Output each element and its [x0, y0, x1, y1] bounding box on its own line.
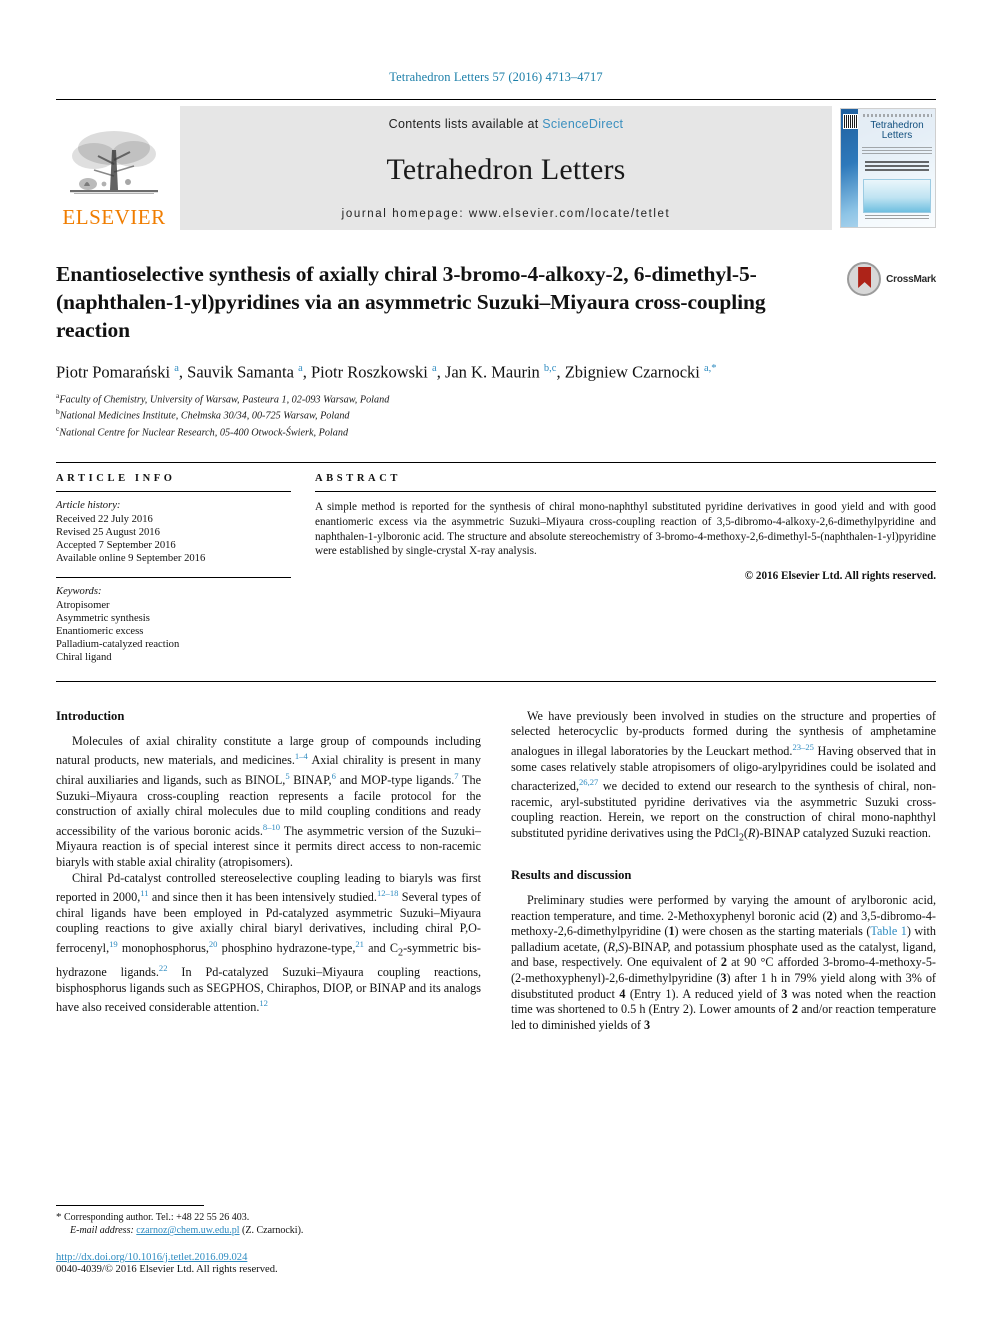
- affiliation-text: Faculty of Chemistry, University of Wars…: [59, 393, 390, 405]
- corresponding-author-note: * Corresponding author. Tel.: +48 22 55 …: [56, 1211, 476, 1224]
- history-item: Revised 25 August 2016: [56, 526, 160, 538]
- copyright-line: © 2016 Elsevier Ltd. All rights reserved…: [744, 569, 936, 582]
- cover-qr-icon: [843, 114, 858, 129]
- crossmark-badge[interactable]: CrossMark: [847, 262, 936, 296]
- corresponding-author-star: *: [56, 1211, 62, 1223]
- author-list: Piotr Pomarański a, Sauvik Samanta a, Pi…: [56, 362, 717, 382]
- abstract-heading: ABSTRACT: [315, 473, 401, 485]
- crossmark-icon: [847, 262, 882, 296]
- abstract-rule: [315, 491, 936, 493]
- contents-prefix-text: Contents lists available at: [388, 117, 543, 131]
- cover-title-text: Tetrahedron Letters: [861, 121, 933, 141]
- sciencedirect-link[interactable]: ScienceDirect: [542, 117, 623, 131]
- cover-highlight-block: [865, 161, 929, 173]
- journal-masthead: ELSEVIER Contents lists available at Sci…: [56, 99, 936, 230]
- affiliation-text: National Medicines Institute, Chełmska 3…: [59, 410, 350, 422]
- email-link[interactable]: czarnoz@chem.uw.edu.pl: [136, 1225, 239, 1236]
- history-item: Received 22 July 2016: [56, 513, 153, 525]
- body-column-right: We have previously been involved in stud…: [511, 709, 936, 1034]
- body-columns: Introduction Molecules of axial chiralit…: [56, 709, 936, 1034]
- contents-available-line: Contents lists available at ScienceDirec…: [389, 117, 624, 131]
- keyword-item: Enantiomeric excess: [56, 626, 144, 638]
- issn-copyright-line: 0040-4039/© 2016 Elsevier Ltd. All right…: [56, 1264, 278, 1275]
- article-info-column: ARTICLE INFO Article history: Received 2…: [56, 473, 315, 664]
- journal-homepage-line: journal homepage: www.elsevier.com/locat…: [341, 208, 671, 220]
- elsevier-logo: ELSEVIER: [56, 106, 172, 230]
- email-suffix: (Z. Czarnocki).: [242, 1225, 304, 1236]
- keywords-heading: Keywords:: [56, 586, 102, 598]
- cover-image-panel: [863, 179, 931, 213]
- affiliation-item: bNational Medicines Institute, Chełmska …: [56, 406, 936, 423]
- elsevier-wordmark: ELSEVIER: [62, 205, 166, 229]
- keyword-list: Keywords: Atropisomer Asymmetric synthes…: [56, 585, 291, 664]
- journal-article-page: Tetrahedron Letters 57 (2016) 4713–4717: [0, 0, 992, 1323]
- title-main: Enantioselective synthesis of axially ch…: [56, 260, 847, 344]
- abstract-column: ABSTRACT A simple method is reported for…: [315, 473, 936, 664]
- body-separator-rule: [56, 680, 936, 682]
- section-heading-introduction: Introduction: [56, 708, 125, 723]
- keyword-item: Asymmetric synthesis: [56, 612, 150, 624]
- footnote-area: * Corresponding author. Tel.: +48 22 55 …: [56, 1205, 476, 1275]
- affiliation-item: cNational Centre for Nuclear Research, 0…: [56, 423, 936, 440]
- journal-title: Tetrahedron Letters: [386, 152, 626, 186]
- history-item: Available online 9 September 2016: [56, 553, 206, 565]
- email-note: E-mail address: czarnoz@chem.uw.edu.pl (…: [56, 1224, 476, 1237]
- cover-title-line2: Letters: [881, 130, 913, 141]
- cover-footer-lines: [865, 215, 929, 221]
- body-column-left: Introduction Molecules of axial chiralit…: [56, 709, 481, 1034]
- right-paragraph-2: Preliminary studies were performed by va…: [511, 893, 937, 1032]
- article-history: Article history: Received 22 July 2016 R…: [56, 499, 291, 565]
- title-block: Enantioselective synthesis of axially ch…: [56, 260, 936, 344]
- doi-link[interactable]: http://dx.doi.org/10.1016/j.tetlet.2016.…: [56, 1252, 476, 1263]
- journal-band: Contents lists available at ScienceDirec…: [180, 106, 832, 230]
- affiliation-text: National Centre for Nuclear Research, 05…: [59, 427, 349, 439]
- keyword-item: Chiral ligand: [56, 652, 112, 664]
- corresponding-author-text: Corresponding author. Tel.: +48 22 55 26…: [64, 1212, 250, 1223]
- affiliation-item: aFaculty of Chemistry, University of War…: [56, 390, 936, 407]
- crossmark-flag-shape: [858, 267, 872, 288]
- article-info-rule: [56, 491, 291, 493]
- footnote-rule: [56, 1205, 204, 1206]
- page-title: Enantioselective synthesis of axially ch…: [56, 262, 766, 342]
- running-head: Tetrahedron Letters 57 (2016) 4713–4717: [389, 70, 603, 84]
- abstract-text: A simple method is reported for the synt…: [315, 501, 936, 558]
- elsevier-tree-icon: [70, 131, 158, 194]
- intro-paragraph-2: Chiral Pd-catalyst controlled stereosele…: [56, 870, 481, 1015]
- right-paragraph-1: We have previously been involved in stud…: [511, 708, 936, 844]
- section-heading-results: Results and discussion: [511, 868, 632, 882]
- cover-subtitle-lines: [862, 147, 932, 155]
- info-abstract-region: ARTICLE INFO Article history: Received 2…: [56, 462, 936, 664]
- keywords-rule: [56, 577, 291, 579]
- keyword-item: Atropisomer: [56, 599, 110, 611]
- keyword-item: Palladium-catalyzed reaction: [56, 639, 180, 651]
- history-item: Accepted 7 September 2016: [56, 540, 176, 552]
- article-info-heading: ARTICLE INFO: [56, 473, 176, 485]
- crossmark-label: CrossMark: [886, 273, 936, 285]
- journal-cover-thumbnail: Tetrahedron Letters: [840, 108, 936, 228]
- intro-paragraph-1: Molecules of axial chirality constitute …: [56, 733, 482, 870]
- article-history-heading: Article history:: [56, 500, 121, 512]
- doi-block: http://dx.doi.org/10.1016/j.tetlet.2016.…: [56, 1252, 476, 1275]
- email-label: E-mail address:: [70, 1225, 134, 1236]
- affiliation-list: aFaculty of Chemistry, University of War…: [56, 390, 936, 441]
- cover-top-rule: [863, 114, 932, 117]
